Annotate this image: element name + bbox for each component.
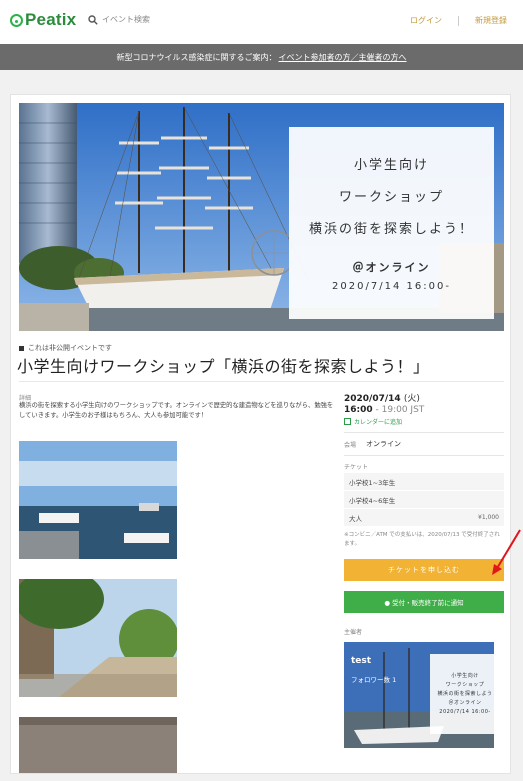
logo-text: Peatix	[25, 10, 77, 29]
notice-text: 新型コロナウイルス感染症に関するご案内：	[116, 52, 277, 62]
nav-divider	[458, 15, 459, 26]
organizer-cover-box: 小学生向け ワークショップ 横浜の街を探索しよう ＠オンライン 2020/7/1…	[430, 654, 494, 734]
organizer-followers: フォロワー数 1	[351, 676, 397, 684]
add-to-calendar-link[interactable]: カレンダーに追加	[344, 417, 504, 426]
apply-ticket-button[interactable]: チケットを申し込む	[344, 559, 504, 581]
date-text: 2020/07/14	[344, 394, 401, 404]
ticket-name: 小学校1~3年生	[349, 478, 396, 487]
org-box-line: ＠オンライン	[448, 699, 482, 706]
venue-label: 会場	[344, 442, 357, 449]
search-icon	[88, 14, 98, 25]
login-link[interactable]: ログイン	[410, 15, 442, 26]
calendar-icon	[344, 418, 351, 425]
peatix-logo[interactable]: Peatix	[10, 10, 76, 30]
page-body: 小学生向け ワークショップ 横浜の街を探索しよう！ ＠オンライン 2020/7/…	[0, 70, 523, 781]
event-sidebar: 2020/07/14 (火) 16:00 - 19:00 JST カレンダーに追…	[344, 391, 504, 748]
search-box[interactable]: イベント検索	[88, 14, 150, 25]
event-time: 16:00 - 19:00 JST	[344, 405, 504, 415]
search-placeholder: イベント検索	[102, 15, 150, 24]
venue-value: オンライン	[366, 440, 402, 448]
org-box-line: ワークショップ	[445, 681, 485, 688]
ticket-label: チケット	[344, 464, 369, 471]
event-date: 2020/07/14 (火)	[344, 391, 504, 404]
time-end: - 19:00 JST	[372, 405, 425, 415]
logo-mark-icon	[10, 13, 23, 27]
hero-line-1: 小学生向け	[353, 157, 429, 173]
hero-line-3: 横浜の街を探索しよう！	[308, 221, 474, 237]
photo-harbor	[19, 441, 177, 559]
private-note-text: これは非公開イベントです	[28, 344, 112, 352]
notice-link[interactable]: イベント参加者の方／主催者の方へ	[279, 52, 407, 63]
covid-notice-bar: 新型コロナウイルス感染症に関するご案内： イベント参加者の方／主催者の方へ	[0, 44, 523, 70]
ticket-row: 小学校1~3年生	[344, 473, 504, 491]
organizer-name: test	[351, 656, 372, 666]
ticket-row: 大人 ¥1,000	[344, 509, 504, 527]
day-of-week: (火)	[403, 394, 420, 404]
organizer-card[interactable]: test フォロワー数 1 小学生向け ワークショップ 横浜の街を探索しよう ＠…	[344, 642, 494, 748]
hero-title-box: 小学生向け ワークショップ 横浜の街を探索しよう！ ＠オンライン 2020/7/…	[289, 127, 494, 319]
annotation-arrow-icon	[492, 529, 521, 575]
org-box-line: 横浜の街を探索しよう	[437, 690, 493, 697]
organizer-label: 主催者	[344, 629, 363, 636]
ticket-name: 大人	[349, 514, 362, 523]
photo-promenade	[19, 579, 177, 697]
org-box-line: 2020/7/14 16:00-	[439, 708, 491, 715]
top-header: Peatix イベント検索 ログイン 新規登録	[0, 0, 523, 44]
description-text: 横浜の街を探索する小学生向けのワークショップです。オンラインで歴史的な建造物など…	[19, 402, 334, 419]
venue-row: 会場 オンライン	[344, 439, 504, 449]
divider	[344, 455, 504, 456]
header-nav: ログイン 新規登録	[410, 15, 507, 26]
hero-date: 2020/7/14 16:00-	[332, 280, 451, 292]
hero-line-2: ワークショップ	[338, 189, 444, 205]
private-square-icon	[19, 345, 24, 351]
private-event-note: これは非公開イベントです	[19, 343, 112, 353]
hero-online: ＠オンライン	[352, 260, 431, 274]
page-frame: Peatix イベント検索 ログイン 新規登録 新型コロナウイルス感染症に関する…	[0, 0, 523, 781]
photo-third	[19, 717, 177, 773]
signup-link[interactable]: 新規登録	[475, 15, 507, 26]
ticket-price: ¥1,000	[478, 514, 499, 521]
event-card: 小学生向け ワークショップ 横浜の街を探索しよう！ ＠オンライン 2020/7/…	[10, 94, 511, 774]
divider	[19, 381, 504, 382]
event-title: 小学生向けワークショップ「横浜の街を探索しよう！」	[17, 357, 430, 376]
org-box-line: 小学生向け	[451, 672, 479, 679]
divider	[344, 432, 504, 433]
calendar-link-text: カレンダーに追加	[354, 419, 403, 426]
hero-image: 小学生向け ワークショップ 横浜の街を探索しよう！ ＠オンライン 2020/7/…	[19, 103, 504, 331]
ticket-row: 小学校4~6年生	[344, 491, 504, 509]
ticket-note: ※コンビニ／ATM での支払いは、2020/07/13 で受付終了されます。	[344, 532, 500, 547]
time-start: 16:00	[344, 405, 373, 415]
notify-button[interactable]: ● 受付・販売終了前に通知	[344, 591, 504, 613]
ticket-name: 小学校4~6年生	[349, 496, 396, 505]
